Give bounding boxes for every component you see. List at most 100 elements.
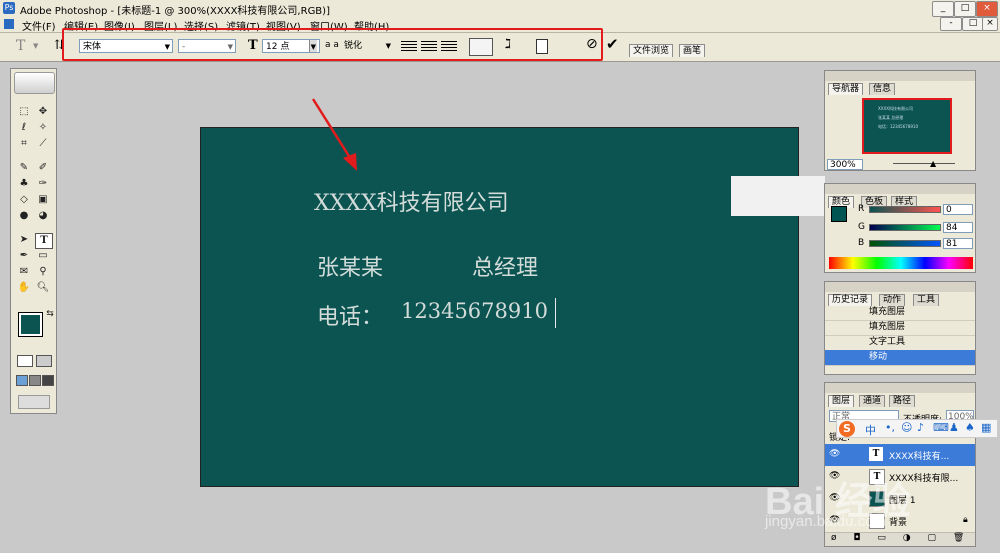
quick-mask-icon[interactable] [36, 355, 52, 367]
card-company-text[interactable]: XXXX科技有限公司 [314, 185, 509, 217]
crop-icon[interactable]: ⌗ [16, 137, 32, 151]
tab-info[interactable]: 信息 [869, 83, 896, 95]
annotation-arrow-icon [311, 98, 357, 171]
tab-paths[interactable]: 路径 [889, 395, 916, 407]
card-position-text[interactable]: 总经理 [472, 250, 538, 282]
emoji-icon[interactable]: ☺ [901, 421, 912, 434]
tab-file-browser[interactable]: 文件浏览 [629, 44, 674, 57]
ime-lang-toggle[interactable]: 中 [865, 422, 876, 438]
toolbox: ⬚ ✥ ℓ ✧ ⌗ ⟋ ✎ ✐ ♣ ✑ ◇ ▣ ● ◕ ➤ T ✒ ▭ ✉ ⚲ … [10, 68, 57, 414]
doc-close-button[interactable]: × [982, 17, 998, 31]
color-spectrum-ramp[interactable] [829, 257, 973, 269]
card-phone-number[interactable]: 12345678910 [401, 299, 548, 323]
panel-titlebar [825, 383, 975, 393]
card-name-text[interactable]: 张某某 [317, 250, 383, 282]
grid-icon[interactable]: ▦ [981, 421, 991, 434]
jump-to-imageready-icon[interactable] [18, 395, 50, 409]
channel-r-slider[interactable] [869, 206, 941, 213]
rectangle-icon[interactable]: ▭ [35, 249, 51, 263]
panel-titlebar [825, 282, 975, 292]
healing-brush-icon[interactable]: ✎ [16, 161, 32, 175]
screen-mode-full-icon[interactable] [42, 375, 54, 386]
user-icon[interactable]: ♟ [949, 421, 959, 434]
brush-icon[interactable]: ✐ [35, 161, 51, 175]
zoom-icon[interactable]: 🔍︎ [35, 281, 51, 295]
gradient-icon[interactable]: ▣ [35, 193, 51, 207]
swap-colors-icon[interactable]: ⇆ [42, 307, 58, 321]
history-item-label: 填充图层 [869, 307, 906, 317]
new-set-icon[interactable]: ▭ [877, 533, 886, 543]
magic-wand-icon[interactable]: ✧ [35, 121, 51, 135]
eyedropper-icon[interactable]: ⚲ [35, 265, 51, 279]
keyboard-icon[interactable]: ⌨ [933, 421, 949, 434]
pen-icon[interactable]: ✒ [16, 249, 32, 263]
document-canvas[interactable]: XXXX科技有限公司 张某某 总经理 电话： 12345678910 [200, 127, 799, 487]
doc-minimize-button[interactable]: - [940, 17, 962, 31]
notes-icon[interactable]: ✉ [16, 265, 32, 279]
options-highlight-box [62, 28, 603, 61]
tab-navigator[interactable]: 导航器 [828, 83, 864, 95]
channel-r-input[interactable]: 0 [943, 204, 973, 215]
text-cursor [555, 298, 556, 328]
mic-icon[interactable]: ♪ [917, 421, 924, 434]
move-icon[interactable]: ✥ [35, 105, 51, 119]
navigator-zoom-input[interactable]: 300% [827, 159, 863, 170]
type-tool-preset-icon[interactable]: T [16, 38, 25, 54]
slice-icon[interactable]: ⟋ [35, 137, 51, 151]
layer-mask-icon[interactable]: ◘ [853, 533, 860, 543]
type-tool-icon[interactable]: T [35, 233, 53, 249]
navigator-thumbnail[interactable]: XXXX科技有限公司 张某某 总经理 电话：12345678910 [862, 98, 952, 154]
layer-name: XXXX科技有... [889, 452, 950, 462]
channel-b-input[interactable]: 81 [943, 238, 973, 249]
history-brush-icon[interactable]: ✑ [35, 177, 51, 191]
tab-channels[interactable]: 通道 [859, 395, 886, 407]
doc-maximize-button[interactable]: □ [962, 17, 984, 31]
maximize-button[interactable]: □ [954, 1, 976, 17]
title-bar: Ps Adobe Photoshop - [未标题-1 @ 300%(XXXX科… [0, 0, 1000, 18]
history-item[interactable]: 文字工具 [825, 335, 975, 351]
layer-style-icon[interactable]: ø [831, 533, 837, 543]
new-layer-icon[interactable]: ▢ [928, 533, 937, 543]
commit-check-icon[interactable]: ✔ [606, 35, 619, 53]
hand-icon[interactable]: ✋ [16, 281, 32, 295]
chevron-down-icon: ▼ [33, 42, 39, 50]
thumb-line-2: 张某某 总经理 [878, 115, 904, 120]
clone-stamp-icon[interactable]: ♣ [16, 177, 32, 191]
zoom-slider-handle[interactable]: ▲ [930, 159, 936, 168]
history-item-label: 文字工具 [869, 337, 906, 347]
channel-g-input[interactable]: 84 [943, 222, 973, 233]
tab-layers[interactable]: 图层 [828, 395, 855, 407]
channel-r-label: R [858, 204, 865, 214]
card-phone-label[interactable]: 电话： [317, 299, 383, 331]
adjustment-layer-icon[interactable]: ◑ [903, 533, 911, 543]
close-button[interactable]: × [976, 1, 998, 17]
screen-mode-standard-icon[interactable] [16, 375, 28, 386]
sogou-logo-icon[interactable]: S [839, 421, 855, 437]
skin-icon[interactable]: ♠ [965, 421, 975, 434]
history-item[interactable]: 填充图层 [825, 305, 975, 321]
standard-mode-icon[interactable] [17, 355, 33, 367]
adobe-online-icon[interactable] [14, 72, 55, 94]
menu-file[interactable]: 文件(F) [22, 18, 56, 33]
minimize-button[interactable]: _ [932, 1, 954, 17]
channel-g-label: G [858, 222, 865, 232]
lasso-icon[interactable]: ℓ [16, 121, 32, 135]
screen-mode-full-menu-icon[interactable] [29, 375, 41, 386]
channel-b-slider[interactable] [869, 240, 941, 247]
history-item-selected[interactable]: 移动 [825, 350, 975, 366]
marquee-icon[interactable]: ⬚ [16, 105, 32, 119]
trash-icon[interactable]: 🗑︎ [953, 533, 964, 543]
dodge-icon[interactable]: ◕ [35, 209, 51, 223]
eraser-icon[interactable]: ◇ [16, 193, 32, 207]
ime-punct-icon[interactable]: •, [885, 421, 895, 434]
blur-icon[interactable]: ● [16, 209, 32, 223]
color-foreground-swatch[interactable] [831, 206, 847, 222]
zoom-slider-track[interactable] [893, 163, 955, 164]
channel-g-slider[interactable] [869, 224, 941, 231]
eye-icon[interactable]: 👁︎ [829, 449, 840, 459]
history-item[interactable]: 填充图层 [825, 320, 975, 336]
path-selection-icon[interactable]: ➤ [16, 233, 32, 247]
foreground-color-swatch[interactable] [18, 312, 43, 337]
layer-row-selected[interactable]: 👁︎ T XXXX科技有... [825, 444, 975, 467]
tab-brushes[interactable]: 画笔 [679, 44, 706, 57]
